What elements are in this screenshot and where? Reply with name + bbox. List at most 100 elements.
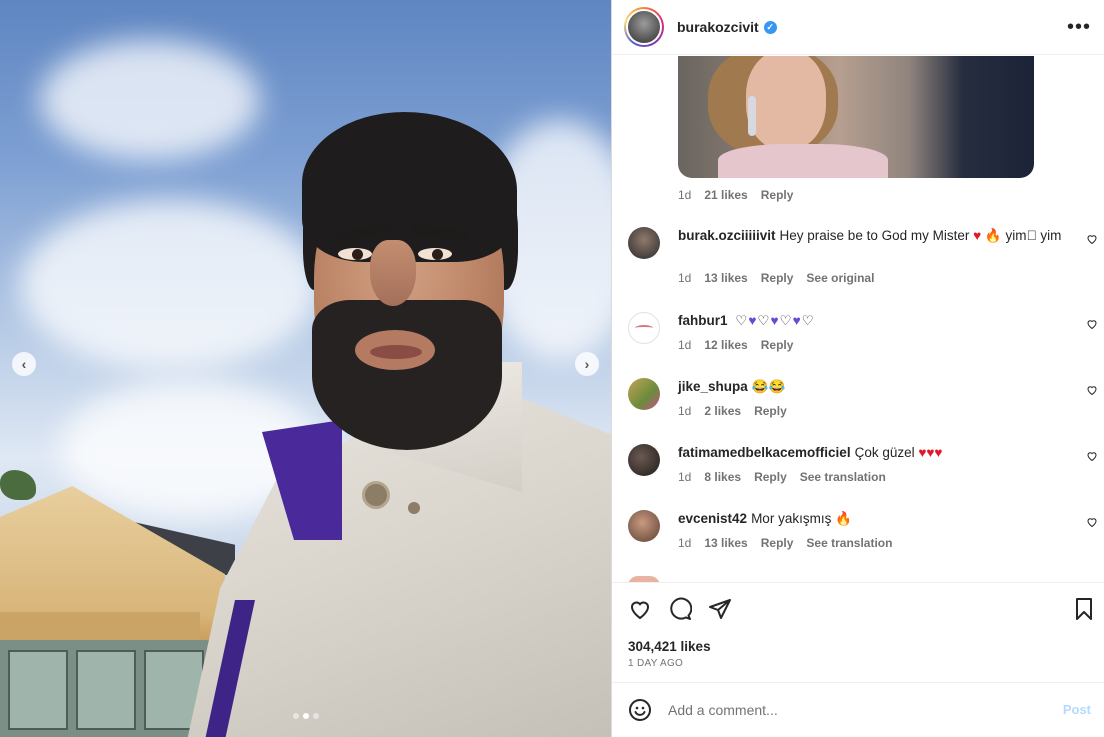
carousel-dot (293, 713, 299, 719)
emoji-icon[interactable] (628, 698, 652, 722)
share-icon[interactable] (708, 597, 732, 621)
avatar[interactable] (628, 444, 660, 476)
red-heart-emoji: ♥ (973, 228, 982, 243)
comments-list[interactable]: 1d 21 likes Reply burak.ozciiiiivit Hey p… (612, 56, 1104, 582)
comment-body: fahbur1 ♡♥♡♥♡♥♡ (678, 312, 1068, 330)
chevron-left-icon: ‹ (21, 356, 27, 372)
avatar[interactable] (628, 378, 660, 410)
avatar[interactable] (628, 312, 660, 344)
jacket-button (362, 481, 390, 509)
cloud (20, 200, 320, 370)
comment-meta: 1d 2 likes Reply (678, 404, 787, 418)
comment-time: 1d (678, 338, 692, 352)
comment-username[interactable]: burak.ozciiiiivit (678, 228, 776, 243)
gif-dress (718, 144, 888, 178)
fire-emoji: 🔥 (984, 228, 1002, 243)
comment-likes[interactable]: 13 likes (704, 271, 747, 285)
comment-text: Çok güzel (854, 445, 915, 460)
comment-likes[interactable]: 21 likes (704, 188, 747, 202)
comment-username[interactable]: fatimamedbelkacemofficiel (678, 445, 851, 460)
carousel-prev-button[interactable]: ‹ (12, 352, 36, 376)
comment-likes[interactable]: 13 likes (704, 536, 747, 550)
eye (418, 248, 452, 260)
likes-count[interactable]: 304,421 likes (628, 639, 711, 654)
comment-body: evcenist42 Mor yakışmış 🔥 (678, 510, 1068, 528)
post-header: burakozcivit ✓ ••• (612, 0, 1104, 55)
see-translation-button[interactable]: See translation (806, 536, 892, 550)
red-hearts-emoji: ♥♥♥ (918, 445, 943, 460)
comment-likes[interactable]: 8 likes (704, 470, 741, 484)
comment-meta: 1d 13 likes Reply See original (678, 271, 874, 285)
tree (0, 470, 36, 500)
avatar[interactable] (628, 227, 660, 259)
comment-meta: 1d 21 likes Reply (678, 188, 793, 202)
like-comment-heart-icon[interactable] (1086, 450, 1098, 462)
author-avatar[interactable] (624, 7, 664, 47)
fire-emoji: 🔥 (835, 511, 852, 526)
verified-badge-icon: ✓ (763, 20, 777, 34)
carousel-dot-active (303, 713, 309, 719)
canopy-edge (0, 612, 200, 642)
comment-likes[interactable]: 12 likes (704, 338, 747, 352)
comment-icon[interactable] (668, 597, 692, 621)
comment-time: 1d (678, 470, 692, 484)
hair (302, 112, 517, 262)
carousel-next-button[interactable]: › (575, 352, 599, 376)
avatar (626, 9, 662, 45)
cloud (40, 40, 260, 160)
comment-gif (678, 56, 1034, 178)
reply-button[interactable]: Reply (761, 271, 794, 285)
see-translation-button[interactable]: See translation (800, 470, 886, 484)
comment-text: 😂😂 (751, 379, 786, 394)
like-comment-heart-icon[interactable] (1086, 516, 1098, 528)
comment-body: jike_shupa 😂😂 (678, 378, 1068, 396)
post-actions (628, 597, 1093, 623)
comment-meta: 1d 13 likes Reply See translation (678, 536, 892, 550)
window (76, 650, 136, 730)
beard (312, 300, 502, 450)
post-photo[interactable]: ‹ › (0, 0, 611, 737)
reply-button[interactable]: Reply (754, 470, 787, 484)
comment-time: 1d (678, 536, 692, 550)
comment-username[interactable]: fahbur1 (678, 313, 728, 328)
comment-text: Hey praise be to God my Mister (779, 228, 970, 243)
comment-username[interactable]: evcenist42 (678, 511, 747, 526)
more-options-icon[interactable]: ••• (1067, 16, 1091, 39)
see-original-button[interactable]: See original (806, 271, 874, 285)
carousel-dot (313, 713, 319, 719)
comment-text-extra: yim⃞ yim (1005, 228, 1062, 243)
nose (370, 240, 416, 306)
post-comment-button[interactable]: Post (1063, 702, 1091, 717)
reply-button[interactable]: Reply (761, 536, 794, 550)
like-heart-icon[interactable] (628, 597, 652, 621)
chevron-right-icon: › (584, 356, 590, 372)
comment-text: Mor yakışmış (751, 511, 832, 526)
comment-meta: 1d 12 likes Reply (678, 338, 793, 352)
comment-time: 1d (678, 271, 692, 285)
comment-likes[interactable]: 2 likes (704, 404, 741, 418)
comment-username[interactable]: jike_shupa (678, 379, 748, 394)
lips (370, 345, 422, 359)
reply-button[interactable]: Reply (761, 188, 794, 202)
building (0, 640, 210, 737)
hearts-emoji-row: ♡♥♡♥♡♥♡ (735, 313, 815, 328)
gif-earring (748, 96, 756, 136)
reply-button[interactable]: Reply (761, 338, 794, 352)
like-comment-heart-icon[interactable] (1086, 384, 1098, 396)
jacket-button (408, 502, 420, 514)
reply-button[interactable]: Reply (754, 404, 787, 418)
comment-meta: 1d 8 likes Reply See translation (678, 470, 886, 484)
comment-body: burak.ozciiiiivit Hey praise be to God my… (678, 227, 1068, 245)
window (8, 650, 68, 730)
comment-time: 1d (678, 404, 692, 418)
comment-body: fatimamedbelkacemofficiel Çok güzel ♥♥♥ (678, 444, 1068, 462)
avatar[interactable] (628, 510, 660, 542)
post-side-panel: burakozcivit ✓ ••• 1d 21 likes Reply bur… (611, 0, 1104, 737)
comment-input[interactable] (668, 702, 1038, 718)
avatar-logo (635, 325, 653, 331)
like-comment-heart-icon[interactable] (1086, 233, 1098, 245)
save-bookmark-icon[interactable] (1072, 597, 1096, 621)
like-comment-heart-icon[interactable] (1086, 318, 1098, 330)
carousel-dots (293, 713, 319, 719)
author-username[interactable]: burakozcivit (677, 19, 759, 35)
